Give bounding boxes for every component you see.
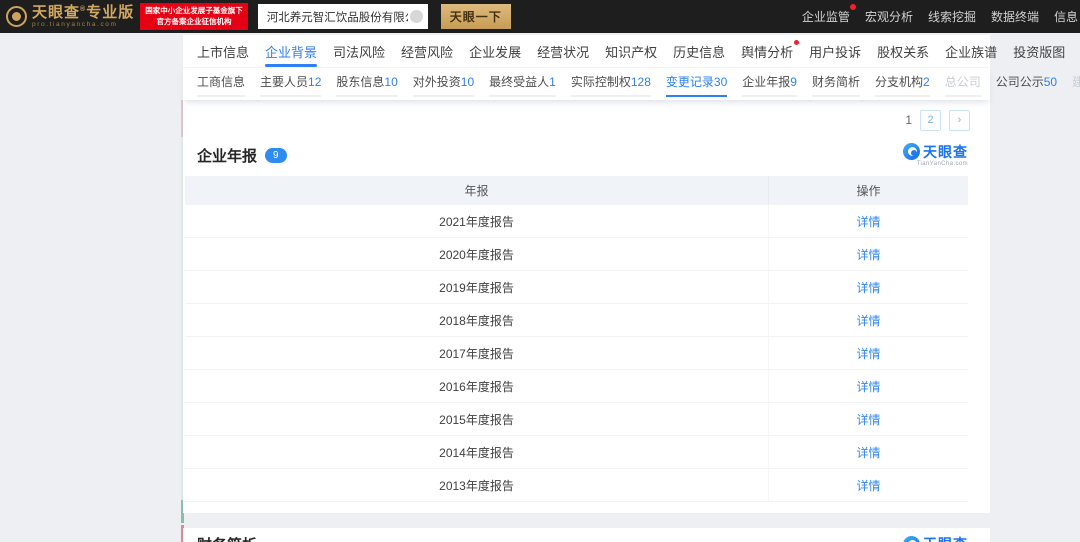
detail-link[interactable]: 详情: [856, 444, 880, 461]
subnav-branches[interactable]: 分支机构2: [874, 73, 930, 97]
tab-judicial-risk[interactable]: 司法风险: [333, 35, 385, 67]
table-row: 2015年度报告 详情: [185, 402, 968, 435]
report-name: 2013年度报告: [439, 478, 514, 493]
menu-item-clue-mining[interactable]: 线索挖掘: [928, 8, 976, 25]
tianyancha-watermark: 天眼查: [903, 534, 968, 542]
column-header-report: 年报: [464, 183, 489, 198]
subnav-outbound-investment[interactable]: 对外投资10: [412, 73, 475, 97]
brand-domain: pro.tianyancha.com: [32, 20, 118, 28]
subnav-business-info[interactable]: 工商信息: [197, 73, 246, 97]
subnav-ultimate-beneficiary[interactable]: 最终受益人1: [489, 73, 556, 97]
tab-operation-risk[interactable]: 经营风险: [401, 35, 453, 67]
subnav-head-office: 总公司: [944, 73, 981, 97]
report-name: 2021年度报告: [439, 214, 514, 229]
subnav-annual-reports[interactable]: 企业年报9: [742, 73, 797, 97]
tab-intellectual-property[interactable]: 知识产权: [605, 35, 657, 67]
tianyancha-eye-icon: [903, 535, 920, 542]
page-number-current[interactable]: 1: [905, 113, 912, 127]
top-header-bar: 天眼查®专业版 pro.tianyancha.com 国家中小企业发展子基金旗下…: [0, 0, 1080, 33]
detail-link[interactable]: 详情: [856, 312, 880, 329]
tab-equity-relations[interactable]: 股权关系: [877, 35, 929, 67]
detail-link[interactable]: 详情: [856, 279, 880, 296]
table-row: 2016年度报告 详情: [185, 369, 968, 402]
menu-item-enterprise-monitor[interactable]: 企业监管: [802, 4, 856, 25]
secondary-nav-bar: 工商信息 主要人员12 股东信息10 对外投资10 最终受益人1 实际控制权12…: [183, 68, 1080, 100]
report-name: 2014年度报告: [439, 445, 514, 460]
count-badge: 9: [265, 147, 287, 163]
subnav-key-personnel[interactable]: 主要人员12: [260, 73, 322, 97]
subnav-actual-control[interactable]: 实际控制权128: [570, 73, 651, 97]
annual-report-table: 年报 操作 2021年度报告 详情 2020年度报告 详情 2019年度报告 详…: [185, 176, 968, 502]
section-title: 企业年报: [197, 147, 258, 165]
tab-listing-info[interactable]: 上市信息: [197, 35, 249, 67]
detail-link[interactable]: 详情: [856, 213, 880, 230]
primary-tab-bar: 上市信息 企业背景 司法风险 经营风险 企业发展 经营状况 知识产权 历史信息 …: [183, 35, 1065, 68]
top-menu: 企业监管 宏观分析 线索挖掘 数据终端 信息: [802, 4, 1080, 25]
search-button[interactable]: 天眼一下: [440, 4, 511, 29]
tab-company-development[interactable]: 企业发展: [469, 35, 521, 67]
company-search-input[interactable]: [257, 4, 428, 29]
tab-company-genealogy[interactable]: 企业族谱: [945, 35, 997, 67]
table-row: 2019年度报告 详情: [185, 270, 968, 303]
table-row: 2020年度报告 详情: [185, 237, 968, 270]
report-name: 2018年度报告: [439, 313, 514, 328]
annual-report-section-header: 企业年报 9 天眼查 TianYanCha.com: [183, 140, 990, 170]
column-header-action: 操作: [768, 176, 968, 204]
report-name: 2020年度报告: [439, 247, 514, 262]
detail-link[interactable]: 详情: [856, 411, 880, 428]
report-name: 2017年度报告: [439, 346, 514, 361]
tianyancha-eye-icon: [903, 143, 920, 160]
pagination: 1 2 ›: [183, 100, 990, 140]
detail-link[interactable]: 详情: [856, 345, 880, 362]
table-header-row: 年报 操作: [185, 176, 968, 204]
tianyancha-eye-icon: [6, 6, 27, 27]
menu-item-data-terminal[interactable]: 数据终端: [991, 8, 1039, 25]
table-row: 2017年度报告 详情: [185, 336, 968, 369]
report-name: 2019年度报告: [439, 280, 514, 295]
detail-link[interactable]: 详情: [856, 246, 880, 263]
menu-item-macro-analysis[interactable]: 宏观分析: [865, 8, 913, 25]
report-name: 2015年度报告: [439, 412, 514, 427]
subnav-financial-analysis[interactable]: 财务简析: [811, 73, 860, 97]
tab-user-complaints[interactable]: 用户投诉: [809, 35, 861, 67]
subnav-construction-qualification: 建筑资质: [1072, 73, 1080, 97]
table-row: 2021年度报告 详情: [185, 204, 968, 237]
search-clear-icon[interactable]: [409, 10, 423, 23]
next-section-title: 财务简析: [197, 534, 257, 542]
notification-dot-icon: [793, 39, 801, 46]
tab-history-info[interactable]: 历史信息: [673, 35, 725, 67]
tab-operation-status[interactable]: 经营状况: [537, 35, 589, 67]
brand-name: 天眼查®专业版: [32, 3, 135, 21]
table-row: 2014年度报告 详情: [185, 435, 968, 468]
tianyancha-watermark: 天眼查 TianYanCha.com: [903, 143, 968, 167]
certification-badge: 国家中小企业发展子基金旗下 官方备案企业征信机构: [140, 2, 248, 31]
main-content-card: 上市信息 企业背景 司法风险 经营风险 企业发展 经营状况 知识产权 历史信息 …: [183, 35, 1080, 513]
page-number-2[interactable]: 2: [920, 109, 941, 131]
report-name: 2016年度报告: [439, 379, 514, 394]
tab-investment-map[interactable]: 投资版图: [1013, 35, 1065, 67]
subnav-company-announcements[interactable]: 公司公示50: [995, 73, 1058, 97]
tab-public-opinion[interactable]: 舆情分析: [741, 35, 801, 67]
notification-dot-icon: [849, 4, 856, 10]
menu-item-info[interactable]: 信息: [1054, 8, 1078, 25]
next-section-card: 财务简析 天眼查: [183, 528, 990, 542]
tianyancha-logo[interactable]: 天眼查®专业版 pro.tianyancha.com: [6, 5, 134, 29]
tab-company-background[interactable]: 企业背景: [265, 35, 318, 67]
page-body: 上市信息 企业背景 司法风险 经营风险 企业发展 经营状况 知识产权 历史信息 …: [0, 33, 1080, 542]
detail-link[interactable]: 详情: [856, 378, 880, 395]
detail-link[interactable]: 详情: [856, 477, 880, 494]
subnav-shareholders[interactable]: 股东信息10: [336, 73, 398, 97]
next-page-button[interactable]: ›: [949, 109, 970, 131]
table-row: 2013年度报告 详情: [185, 468, 968, 501]
subnav-change-records[interactable]: 变更记录30: [665, 73, 728, 97]
table-row: 2018年度报告 详情: [185, 303, 968, 336]
